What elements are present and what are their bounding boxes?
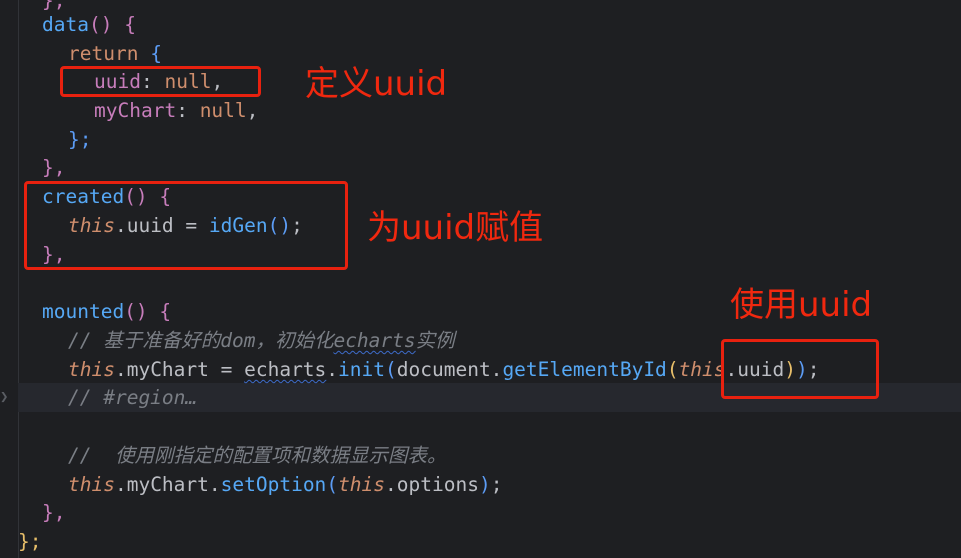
code-line-export-close: }; [18, 530, 42, 553]
highlight-box-use [721, 339, 879, 399]
highlight-box-assign [24, 181, 348, 270]
annotation-assign: 为uuid赋值 [367, 208, 544, 248]
indent-guide [18, 0, 19, 558]
code-line-region[interactable]: // #region… [68, 383, 197, 412]
code-line-mounted: mounted() { [42, 300, 172, 323]
fold-chevron-icon[interactable]: ❯ [0, 389, 8, 405]
code-line-comment-init: // 基于准备好的dom，初始化echarts实例 [68, 329, 455, 352]
code-line-mychart: myChart: null, [94, 99, 259, 122]
code-line-data-close: }, [42, 156, 66, 179]
code-line-mounted-close: }, [42, 501, 66, 524]
code-line-setoption: this.myChart.setOption(this.options); [68, 473, 503, 496]
annotation-use: 使用uuid [730, 285, 873, 325]
annotation-define: 定义uuid [305, 64, 448, 104]
code-line-return-close: }; [68, 128, 92, 151]
code-line-data: data() { [42, 13, 136, 36]
code-line-comment-option: // 使用刚指定的配置项和数据显示图表。 [68, 444, 447, 467]
highlight-box-define [60, 66, 261, 97]
code-line-init: this.myChart = echarts.init(document.get… [68, 358, 820, 381]
code-line-return: return { [68, 42, 162, 65]
